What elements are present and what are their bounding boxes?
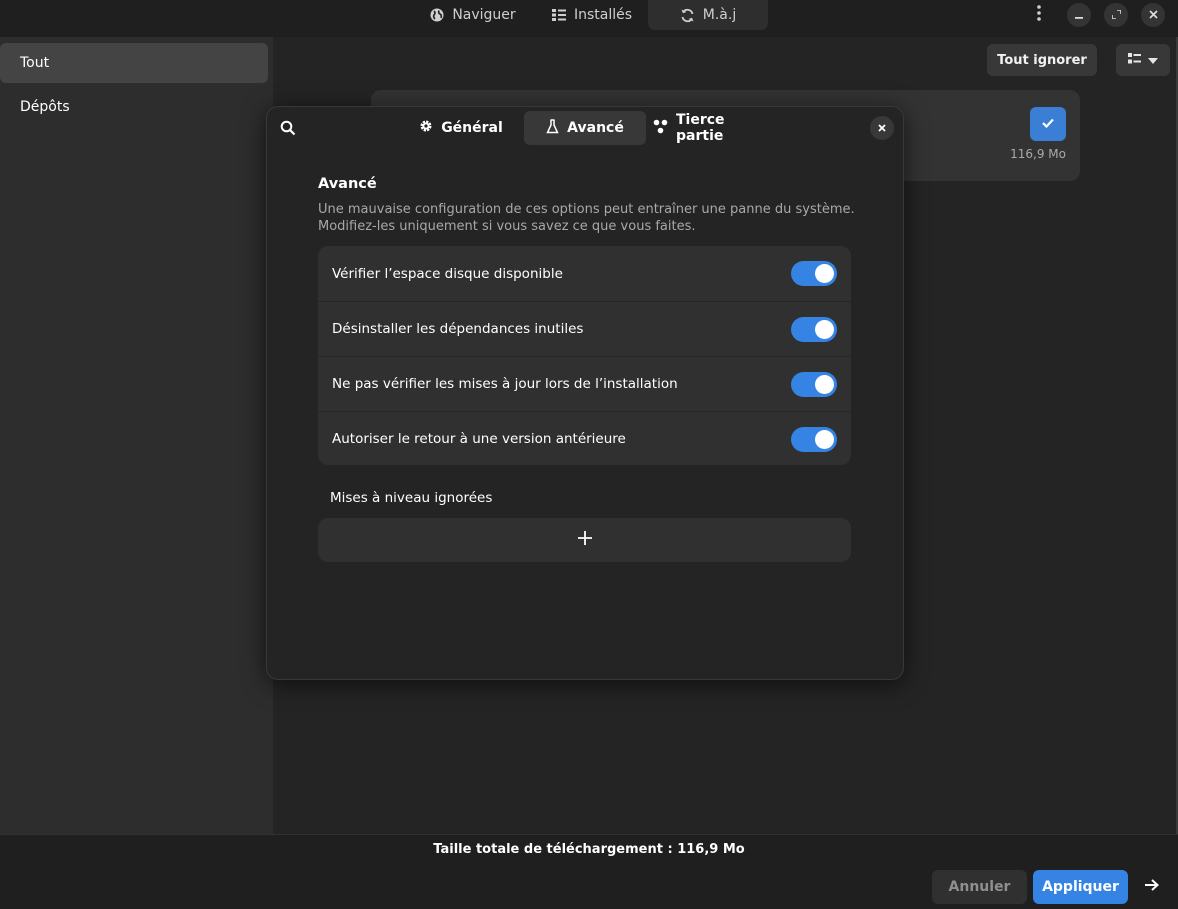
tab-label: Installés [573,7,633,23]
description-line: Modifiez-les uniquement si vous savez ce… [318,219,696,234]
menu-button[interactable] [1027,2,1051,28]
gear-icon [419,119,433,137]
globe-icon [430,8,444,22]
option-label: Ne pas vérifier les mises à jour lors de… [332,376,678,392]
sidebar: Tout Dépôts [0,37,273,834]
section-description: Une mauvaise configuration de ces option… [318,201,858,235]
list-icon [551,9,566,21]
refresh-icon [680,8,695,23]
tab-tierce-partie[interactable]: Tierce partie [653,111,771,145]
toggle-knob [815,375,834,394]
add-ignored-button[interactable] [318,518,851,562]
option-row-check-disk-space[interactable]: Vérifier l’espace disque disponible [318,246,851,301]
toggle-switch[interactable] [791,261,837,286]
total-download-size: Taille totale de téléchargement : 116,9 … [433,842,745,857]
flask-icon [546,118,559,138]
tab-avance[interactable]: Avancé [524,111,646,145]
tab-label: Naviguer [452,7,516,23]
toggle-switch[interactable] [791,317,837,342]
option-label: Vérifier l’espace disque disponible [332,265,563,282]
option-row-remove-unused-deps[interactable]: Désinstaller les dépendances inutiles [318,301,851,356]
toggle-knob [815,264,834,283]
section-title: Avancé [318,176,377,192]
advanced-options-list: Vérifier l’espace disque disponible Dési… [318,246,851,465]
ignored-updates-title: Mises à niveau ignorées [330,490,493,506]
tab-label: Tierce partie [676,112,725,144]
update-size: 116,9 Mo [1010,147,1066,161]
tab-label: Avancé [567,120,624,136]
tab-label: Général [441,120,503,136]
toggle-knob [815,430,834,449]
sidebar-item-label: Tout [20,55,50,71]
vertical-dots-icon [1037,5,1041,25]
sidebar-item-depots[interactable]: Dépôts [0,87,268,127]
close-icon [878,120,886,136]
option-label: Désinstaller les dépendances inutiles [332,321,584,337]
checkmark-icon [1042,116,1054,132]
tab-naviguer[interactable]: Naviguer [410,0,536,30]
view-mode-button[interactable] [1116,44,1170,76]
option-row-skip-update-check[interactable]: Ne pas vérifier les mises à jour lors de… [318,356,851,411]
option-label: Autoriser le retour à une version antéri… [332,431,626,447]
update-select-checkbox[interactable] [1030,107,1066,141]
sidebar-item-tout[interactable]: Tout [0,43,268,83]
option-row-allow-downgrade[interactable]: Autoriser le retour à une version antéri… [318,411,851,465]
description-line: Une mauvaise configuration de ces option… [318,202,855,217]
close-icon [1148,7,1158,23]
next-button[interactable] [1140,875,1164,899]
toggle-switch[interactable] [791,427,837,452]
toggle-switch[interactable] [791,372,837,397]
view-list-icon [1128,52,1141,68]
chevron-down-icon [1148,52,1158,68]
tab-general[interactable]: Général [415,111,507,145]
ignore-all-button[interactable]: Tout ignorer [987,44,1097,76]
plus-icon [577,531,592,549]
close-window-button[interactable] [1141,3,1165,27]
minimize-button[interactable] [1067,3,1091,27]
dialog-close-button[interactable] [870,116,894,140]
apply-button[interactable]: Appliquer [1033,870,1128,904]
toggle-knob [815,320,834,339]
minimize-icon [1075,7,1083,23]
tab-label: M.à.j [702,7,737,23]
arrow-right-icon [1145,879,1159,895]
nodes-icon [653,119,668,138]
maximize-icon [1110,7,1122,23]
maximize-button[interactable] [1104,3,1128,27]
search-button[interactable] [280,120,296,136]
search-icon [280,120,296,140]
sidebar-item-label: Dépôts [20,99,70,115]
tab-maj[interactable]: M.à.j [648,0,768,30]
cancel-button[interactable]: Annuler [932,870,1027,904]
tab-installes[interactable]: Installés [536,0,648,30]
